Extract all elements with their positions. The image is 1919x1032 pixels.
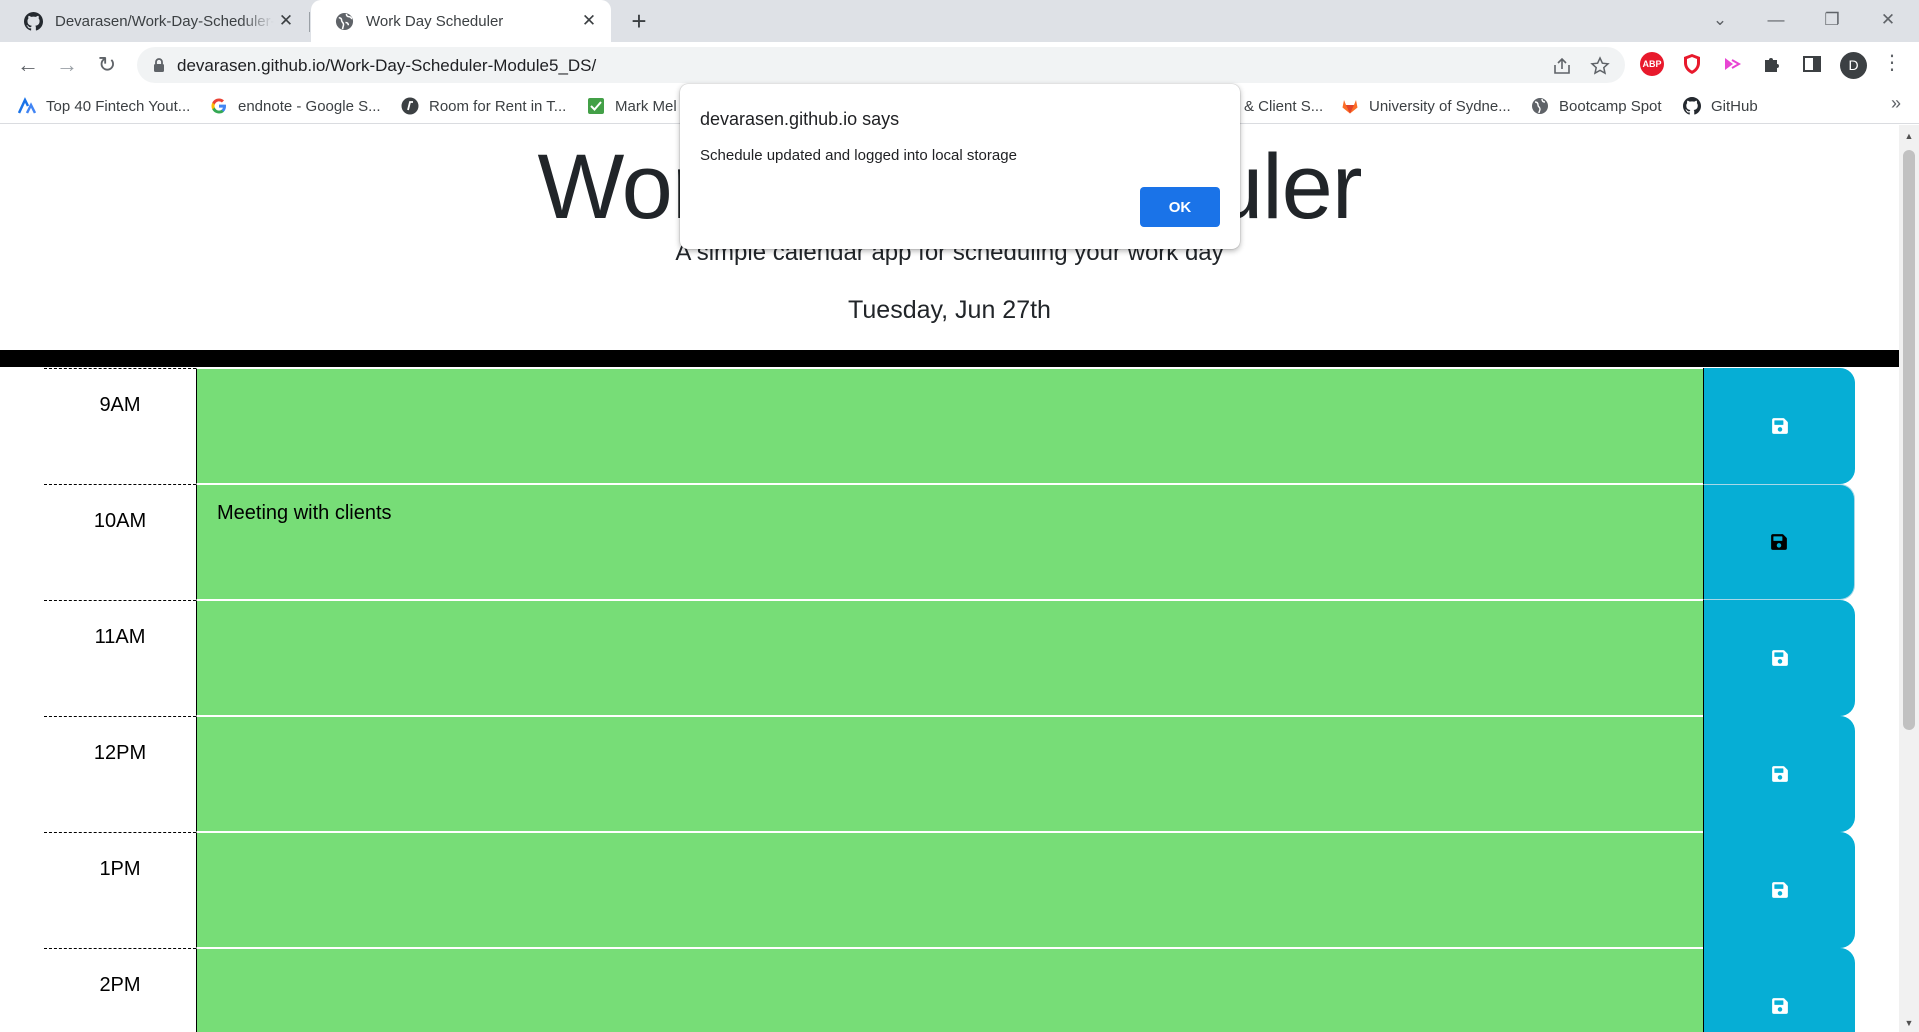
description-input[interactable] [196,716,1703,832]
alert-origin: devarasen.github.io says [700,109,900,129]
github-icon [1683,97,1701,115]
current-day: Tuesday, Jun 27th [848,296,1051,324]
bookmark-label: GitHub [1711,97,1758,115]
tab-github-repo[interactable]: Devarasen/Work-Day-Scheduler-Module5_DS … [0,0,308,42]
new-tab-button[interactable]: + [624,6,654,36]
browser-toolbar: ← → ↻ devarasen.github.io/Work-Day-Sched… [0,42,1919,88]
hour-label: 11AM [44,600,196,716]
side-panel-icon[interactable] [1800,52,1824,76]
save-icon [1771,650,1788,666]
time-block-1pm: 1PM [0,832,1899,948]
save-button[interactable] [1703,600,1855,716]
time-block-12pm: 12PM [0,716,1899,832]
hour-label: 10AM [44,484,196,600]
bookmark-label: Room for Rent in T... [429,97,567,115]
bookmark-label: Top 40 Fintech Yout... [46,97,191,115]
bookmark-star-icon[interactable] [1590,56,1610,76]
browser-menu-icon[interactable]: ⋮ [1882,48,1902,78]
bookmarks-overflow-icon[interactable]: » [1891,93,1901,114]
schedule-container: 9AM 10AM 11AM 12PM 1PM 2PM [0,368,1899,1032]
bookmark-item[interactable]: Bootcamp Spot [1531,95,1662,117]
save-icon [1771,766,1788,782]
tab-divider [309,12,310,32]
hour-label: 12PM [44,716,196,832]
bookmark-label: University of Sydne... [1369,97,1511,115]
description-input[interactable] [196,368,1703,484]
save-icon [1771,882,1788,898]
scrollbar-thumb[interactable] [1903,150,1915,730]
save-icon [1771,998,1788,1014]
description-input[interactable] [196,600,1703,716]
hour-label: 1PM [44,832,196,948]
time-block-10am: 10AM [0,484,1899,600]
save-icon [1771,418,1788,434]
close-window-button[interactable]: ✕ [1860,0,1916,42]
restore-button[interactable]: ❐ [1804,0,1860,42]
bookmark-label: Bootcamp Spot [1559,97,1662,115]
bookmark-item[interactable]: Room for Rent in T... [401,95,566,117]
description-input[interactable] [196,948,1703,1032]
time-block-11am: 11AM [0,600,1899,716]
save-button[interactable] [1703,716,1855,832]
alert-message: Schedule updated and logged into local s… [700,147,1017,164]
flatmates-icon [401,97,419,115]
hour-label: 9AM [44,368,196,484]
description-input[interactable] [196,832,1703,948]
page-content: Work Day Scheduler A simple calendar app… [0,125,1899,1032]
hour-label: 2PM [44,948,196,1032]
description-input[interactable] [196,484,1703,600]
save-button[interactable] [1703,368,1855,484]
tab-title: Devarasen/Work-Day-Scheduler-Module5_DS [55,12,274,30]
time-block-2pm: 2PM [0,948,1899,1032]
profile-avatar[interactable]: D [1840,52,1867,79]
lock-icon[interactable] [151,57,167,73]
bookmark-item[interactable]: Top 40 Fintech Yout... [18,95,190,117]
github-icon [24,11,43,31]
save-button[interactable] [1703,948,1855,1032]
page-scrollbar[interactable]: ▲ ▼ [1899,125,1919,1032]
close-tab-icon[interactable]: ✕ [274,11,298,31]
bookmark-label: & Client S... [1244,97,1324,115]
close-tab-icon[interactable]: ✕ [577,11,601,31]
save-icon [1771,534,1787,550]
bookmark-item[interactable]: University of Sydne... [1341,95,1511,117]
tab-title: Work Day Scheduler [366,12,504,30]
tab-work-day-scheduler[interactable]: Work Day Scheduler ✕ [311,0,611,42]
minimize-button[interactable]: — [1748,0,1804,42]
address-bar[interactable]: devarasen.github.io/Work-Day-Scheduler-M… [137,47,1625,83]
tab-strip: Devarasen/Work-Day-Scheduler-Module5_DS … [0,0,1919,42]
bookmark-label: Mark Mel [615,97,677,115]
bookmark-label: endnote - Google S... [238,97,381,115]
back-button[interactable]: ← [13,50,43,80]
url-text[interactable]: devarasen.github.io/Work-Day-Scheduler-M… [177,56,596,76]
ok-button[interactable]: OK [1140,187,1220,227]
scroll-down-arrow[interactable]: ▼ [1899,1015,1919,1032]
share-icon[interactable] [1552,56,1572,76]
bitmoji-extension-icon[interactable] [1720,52,1744,76]
extensions-puzzle-icon[interactable] [1760,52,1784,76]
gitlab-icon [1342,100,1358,114]
scroll-up-arrow[interactable]: ▲ [1899,128,1919,145]
forward-button[interactable]: → [52,50,82,80]
shield-extension-icon[interactable] [1680,52,1704,76]
save-button[interactable] [1703,484,1855,600]
globe-icon [1532,98,1548,114]
header-divider [0,350,1899,367]
checkbox-icon [588,98,604,114]
time-block-9am: 9AM [0,368,1899,484]
reload-button[interactable]: ↻ [92,50,122,80]
save-button[interactable] [1703,832,1855,948]
tab-search-icon[interactable]: ⌄ [1692,0,1748,42]
globe-icon [335,12,354,30]
bookmark-item[interactable]: GitHub [1683,95,1758,117]
bookmark-item[interactable]: & Client S... [1244,95,1323,117]
adblock-plus-icon[interactable]: ABP [1640,52,1664,76]
google-icon [211,98,226,114]
bookmark-item[interactable]: endnote - Google S... [210,95,381,117]
bookmark-item[interactable]: Mark Mel [587,95,677,117]
alert-dialog: devarasen.github.io says Schedule update… [680,84,1240,249]
analytics-icon [18,97,36,114]
